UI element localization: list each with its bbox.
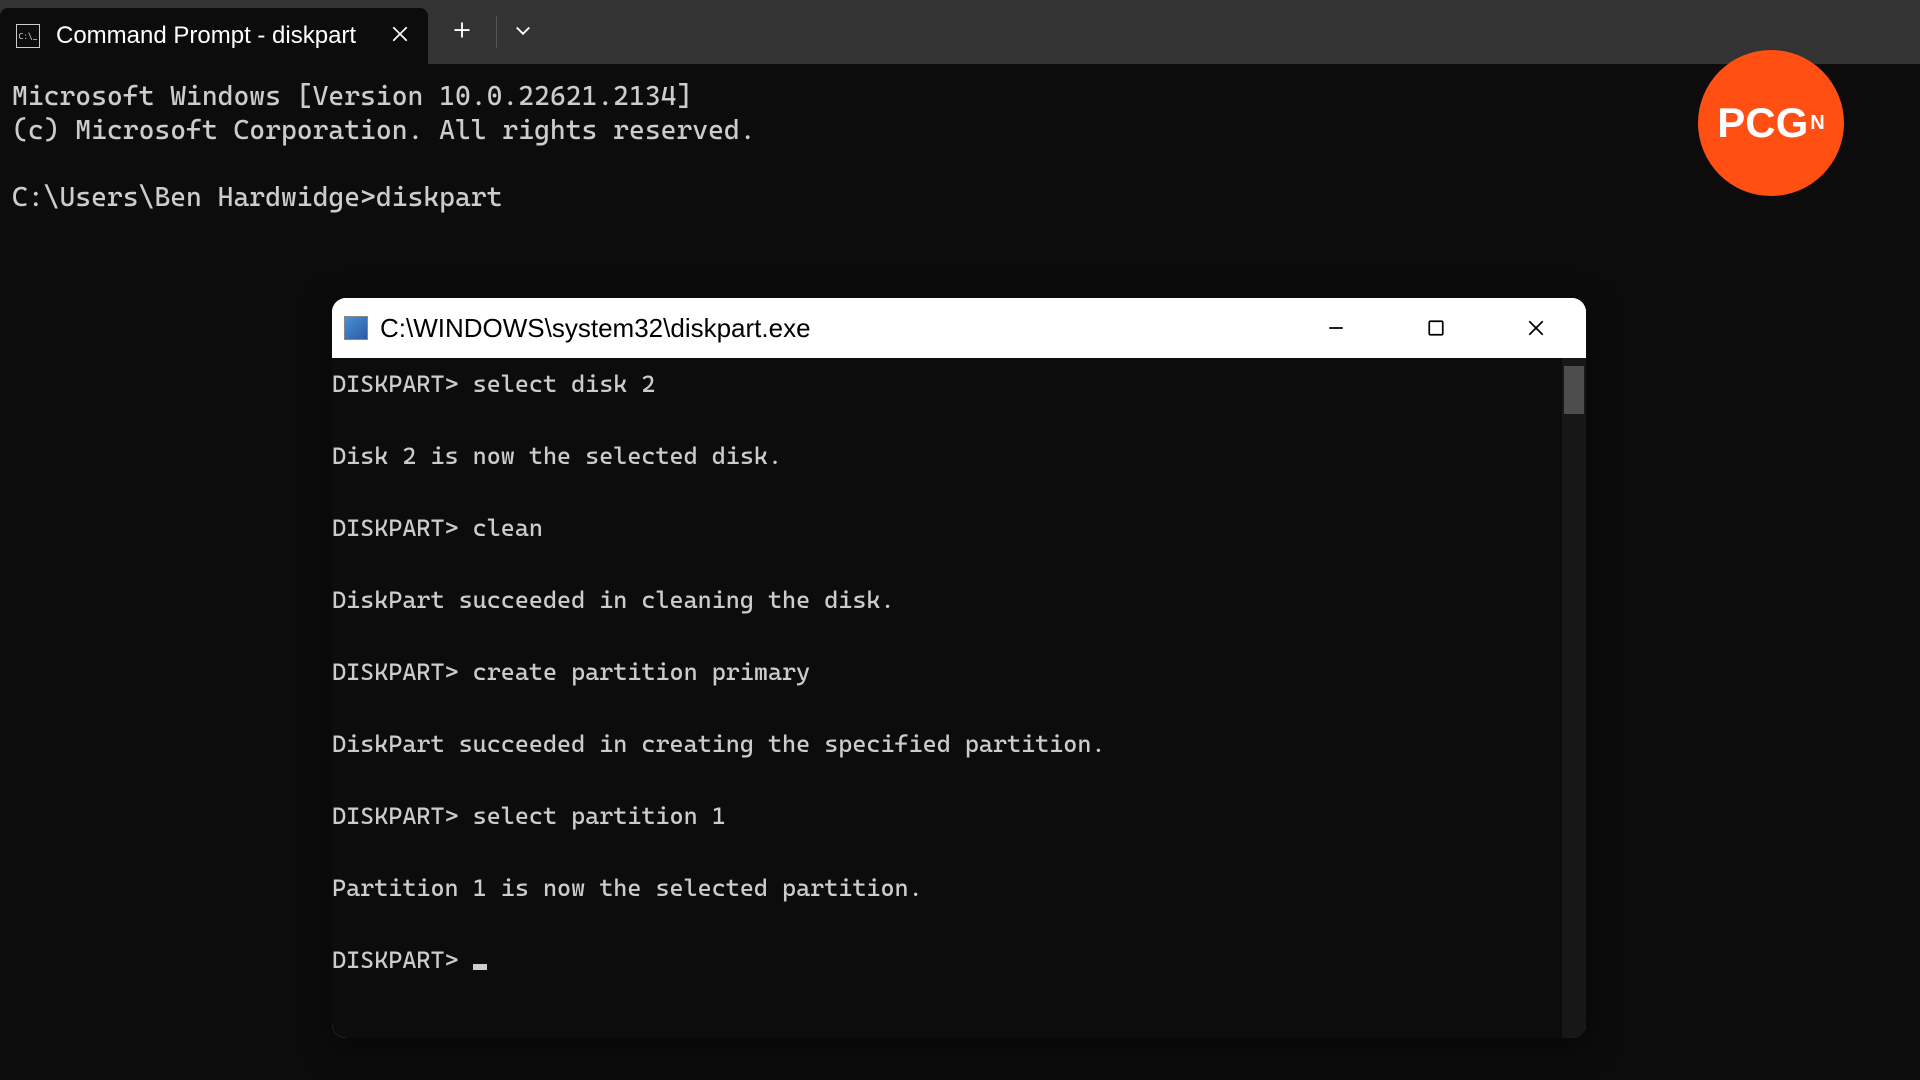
diskpart-window-title: C:\WINDOWS\system32\diskpart.exe (380, 313, 811, 344)
cmd-icon: C:\_ (16, 24, 40, 48)
close-tab-button[interactable] (388, 24, 412, 48)
diskpart-line: DISKPART> (332, 946, 473, 974)
diskpart-line: Disk 2 is now the selected disk. (332, 442, 782, 470)
terminal-command: diskpart (376, 182, 503, 213)
scrollbar-thumb[interactable] (1564, 366, 1584, 414)
terminal-line: (c) Microsoft Corporation. All rights re… (12, 115, 756, 146)
tab-dropdown-button[interactable] (513, 20, 533, 44)
diskpart-body: DISKPART> select disk 2 Disk 2 is now th… (332, 358, 1586, 1038)
diskpart-window: C:\WINDOWS\system32\diskpart.exe DISKPAR… (332, 298, 1586, 1038)
new-tab-button[interactable] (452, 18, 472, 46)
pcgn-logo-badge: PCGN (1698, 50, 1844, 196)
cursor (473, 964, 487, 970)
close-button[interactable] (1486, 298, 1586, 358)
terminal-output[interactable]: Microsoft Windows [Version 10.0.22621.21… (0, 64, 1920, 231)
terminal-line: Microsoft Windows [Version 10.0.22621.21… (12, 81, 692, 112)
diskpart-line: DISKPART> clean (332, 514, 543, 542)
badge-main: PCG (1717, 99, 1808, 147)
diskpart-output[interactable]: DISKPART> select disk 2 Disk 2 is now th… (332, 358, 1586, 986)
minimize-button[interactable] (1286, 298, 1386, 358)
diskpart-line: DISKPART> create partition primary (332, 658, 810, 686)
diskpart-titlebar[interactable]: C:\WINDOWS\system32\diskpart.exe (332, 298, 1586, 358)
terminal-prompt: C:\Users\Ben Hardwidge> (12, 182, 376, 213)
terminal-tab-bar: C:\_ Command Prompt - diskpart (0, 0, 1920, 64)
badge-sup: N (1810, 112, 1824, 135)
diskpart-line: DISKPART> select disk 2 (332, 370, 655, 398)
diskpart-line: Partition 1 is now the selected partitio… (332, 874, 923, 902)
tab-divider (496, 16, 497, 48)
terminal-tab-active[interactable]: C:\_ Command Prompt - diskpart (0, 8, 428, 64)
diskpart-line: DISKPART> select partition 1 (332, 802, 726, 830)
diskpart-line: DiskPart succeeded in cleaning the disk. (332, 586, 895, 614)
window-controls (1286, 298, 1586, 358)
maximize-button[interactable] (1386, 298, 1486, 358)
scrollbar[interactable] (1562, 358, 1586, 1038)
tab-title: Command Prompt - diskpart (56, 22, 356, 50)
console-icon (344, 316, 368, 340)
diskpart-line: DiskPart succeeded in creating the speci… (332, 730, 1105, 758)
